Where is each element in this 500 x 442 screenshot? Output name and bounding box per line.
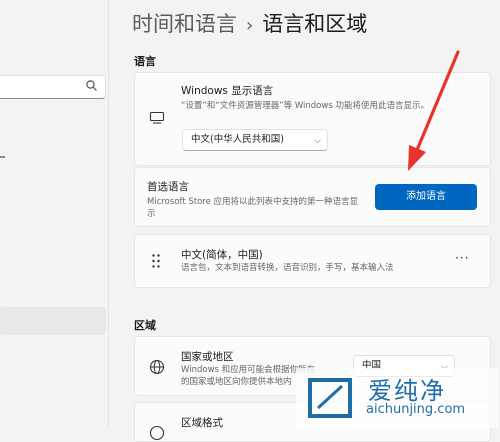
watermark: 爱纯净 aichunjing.com (296, 368, 498, 428)
watermark-brand: 爱纯净 (368, 377, 446, 405)
section-heading-language: 语言 (134, 55, 156, 68)
country-region-title: 国家或地区 (181, 351, 234, 363)
drag-handle-icon[interactable] (151, 253, 161, 269)
navigation-pane (0, 0, 108, 429)
nav-item-time-language[interactable] (0, 307, 106, 335)
installed-language-features: 语言包，文本到语音转换，语音识别，手写，基本输入法 (181, 263, 394, 273)
country-region-description-2: 的国家或地区向你提供本地内 (181, 377, 292, 387)
nav-item-icon (0, 156, 5, 158)
globe-icon (149, 359, 165, 375)
watermark-url: aichunjing.com (366, 402, 466, 417)
preferred-language-card: 首选语言 Microsoft Store 应用将以此列表中支持的第一种语言显示 … (134, 167, 491, 227)
search-input[interactable] (0, 75, 106, 99)
display-language-title: Windows 显示语言 (181, 85, 274, 97)
more-options-icon[interactable]: ··· (455, 251, 469, 265)
monitor-icon (149, 111, 165, 124)
breadcrumb-chevron-icon: › (246, 15, 254, 36)
page-title: 语言和区域 (262, 12, 368, 36)
display-language-dropdown[interactable]: 中文(中华人民共和国) ⌵ (182, 129, 328, 151)
breadcrumb-parent[interactable]: 时间和语言 (132, 12, 237, 36)
search-icon (86, 80, 97, 91)
regional-format-icon (149, 425, 165, 441)
add-language-button[interactable]: 添加语言 (375, 184, 477, 210)
chevron-down-icon: ⌵ (314, 136, 321, 146)
regional-format-title: 区域格式 (181, 417, 223, 429)
installed-language-title: 中文(简体，中国) (181, 249, 263, 261)
annotation-arrow-icon (408, 50, 460, 171)
installed-language-card[interactable]: 中文(简体，中国) 语言包，文本到语音转换，语音识别，手写，基本输入法 ··· (134, 234, 491, 288)
watermark-logo-icon (308, 378, 352, 418)
breadcrumb: 时间和语言 › 语言和区域 (132, 8, 367, 38)
preferred-language-title: 首选语言 (147, 181, 189, 193)
preferred-language-description: Microsoft Store 应用将以此列表中支持的第一种语言显示 (147, 197, 359, 219)
display-language-value: 中文(中华人民共和国) (191, 134, 284, 145)
section-heading-region: 区域 (134, 319, 156, 332)
pane-divider (108, 0, 109, 429)
